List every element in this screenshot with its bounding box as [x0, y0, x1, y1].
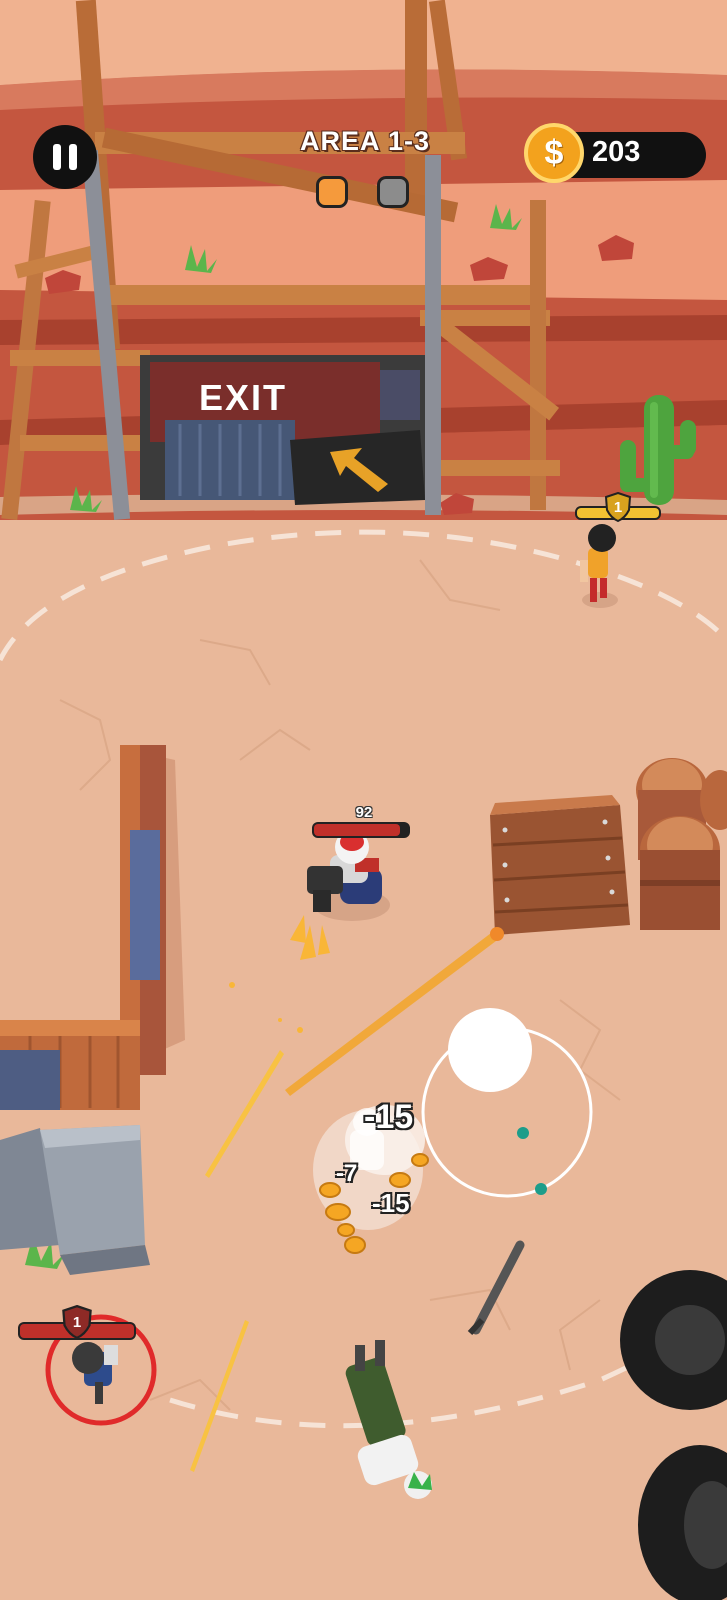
coin-symbol: $: [544, 133, 564, 172]
game-world[interactable]: EXIT: [0, 0, 727, 1600]
pause-button[interactable]: [33, 125, 97, 189]
player-health-bar: [312, 822, 410, 838]
pause-icon: [53, 144, 61, 170]
barrels: [636, 758, 727, 930]
wave-indicator-next: [377, 176, 409, 208]
coin-value: 203: [592, 136, 641, 168]
joystick-knob[interactable]: [448, 1008, 532, 1092]
shield-level-icon: 1: [605, 492, 631, 522]
coin-icon: $: [524, 123, 584, 183]
shield-level-icon-targeted: 1: [62, 1305, 92, 1339]
damage-number: -7: [336, 1160, 358, 1187]
game-screen[interactable]: EXIT AREA 1-3 $ 203 92 1 1 -15 -7 -15: [0, 0, 727, 1600]
damage-number: -15: [372, 1188, 410, 1218]
pause-icon-bar: [69, 144, 77, 170]
wave-indicator-current: [316, 176, 348, 208]
player-health-fill: [314, 824, 401, 836]
enemy-top-right-level: 1: [613, 498, 623, 516]
wooden-crates: [490, 795, 630, 935]
area-title: AREA 1-3: [299, 126, 431, 156]
damage-number: -15: [364, 1098, 414, 1136]
exit-sign-text: EXIT: [199, 377, 287, 418]
player-health-value: 92: [355, 804, 373, 821]
enemy-targeted-level: 1: [72, 1313, 82, 1331]
